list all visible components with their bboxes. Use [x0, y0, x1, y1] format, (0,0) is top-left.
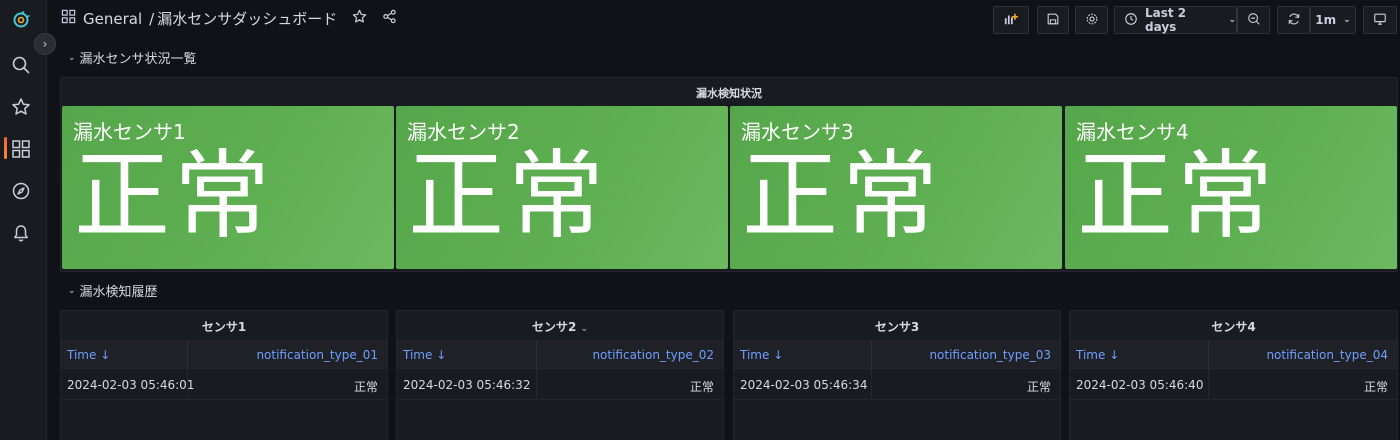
sidebar: ›: [0, 0, 56, 440]
grafana-logo-icon[interactable]: [10, 9, 32, 31]
cell-value: 正常: [1363, 380, 1388, 394]
cell-value: 正常: [1026, 380, 1051, 394]
column-header-time[interactable]: Time ↓: [67, 348, 110, 362]
cell-time: 2024-02-03 05:46:40: [1076, 378, 1204, 392]
sort-arrow-down-icon: ↓: [436, 348, 447, 362]
column-header-time[interactable]: Time ↓: [1076, 348, 1119, 362]
cell-value: 正常: [353, 380, 378, 394]
add-panel-icon: [1004, 12, 1018, 29]
history-table-sensor3: センサ3 Time ↓ notification_type_03 2024-02…: [733, 310, 1061, 440]
history-table-sensor4: センサ4 Time ↓ notification_type_04 2024-02…: [1069, 310, 1398, 440]
column-header-value[interactable]: notification_type_01: [256, 348, 378, 362]
stat-value: 正常: [408, 140, 608, 252]
clock-icon: [1124, 12, 1138, 29]
column-header-value[interactable]: notification_type_04: [1266, 348, 1388, 362]
panel-title[interactable]: センサ4: [1070, 318, 1397, 335]
stat-card-sensor2: 漏水センサ2 正常: [396, 106, 728, 269]
table-row: 2024-02-03 05:46:32 正常: [397, 370, 723, 400]
table-header: Time ↓ notification_type_01: [61, 340, 387, 370]
zoom-out-button[interactable]: [1237, 6, 1270, 34]
row-title: 漏水センサ状況一覧: [79, 52, 197, 67]
stat-card-sensor1: 漏水センサ1 正常: [62, 106, 394, 269]
column-header-value[interactable]: notification_type_03: [929, 348, 1051, 362]
dashboards-grid-icon: [61, 9, 76, 28]
column-header-time[interactable]: Time ↓: [403, 348, 446, 362]
search-icon[interactable]: [10, 54, 32, 76]
chevron-down-icon: ⌄: [68, 52, 76, 63]
panel-title[interactable]: センサ2 ⌄: [397, 318, 723, 335]
cell-time: 2024-02-03 05:46:32: [403, 378, 531, 392]
explore-icon[interactable]: [10, 180, 32, 202]
stat-card-sensor4: 漏水センサ4 正常: [1065, 106, 1397, 269]
mark-favorite-star-icon[interactable]: [352, 9, 367, 28]
row-header-detection-history[interactable]: ⌄ 漏水検知履歴: [68, 281, 158, 300]
table-header: Time ↓ notification_type_03: [734, 340, 1060, 370]
refresh-button[interactable]: [1277, 6, 1310, 34]
gear-icon: [1085, 12, 1099, 29]
dashboards-icon[interactable]: [10, 138, 32, 160]
column-header-value[interactable]: notification_type_02: [592, 348, 714, 362]
refresh-interval-label: 1m: [1315, 13, 1337, 27]
refresh-interval-picker[interactable]: 1m ⌄: [1310, 6, 1356, 34]
history-table-sensor2: センサ2 ⌄ Time ↓ notification_type_02 2024-…: [396, 310, 724, 440]
sort-arrow-down-icon: ↓: [100, 348, 111, 362]
breadcrumb: General / 漏水センサダッシュボード: [61, 8, 397, 29]
stat-value: 正常: [74, 140, 274, 252]
table-header: Time ↓ notification_type_02: [397, 340, 723, 370]
share-icon[interactable]: [382, 9, 397, 28]
time-range-picker[interactable]: Last 2 days ⌄: [1114, 6, 1237, 34]
stat-value: 正常: [1077, 140, 1277, 252]
table-row: 2024-02-03 05:46:40 正常: [1070, 370, 1397, 400]
breadcrumb-separator: /: [149, 9, 155, 28]
time-range-label: Last 2 days: [1145, 6, 1187, 34]
history-table-sensor1: センサ1 Time ↓ notification_type_01 2024-02…: [60, 310, 388, 440]
panel-title[interactable]: センサ1: [61, 318, 387, 335]
chevron-down-icon: ⌄: [1343, 15, 1351, 25]
sort-arrow-down-icon: ↓: [1109, 348, 1120, 362]
panel-title[interactable]: センサ3: [734, 318, 1060, 335]
chevron-down-icon: ⌄: [68, 285, 76, 296]
panel-title[interactable]: 漏水検知状況: [61, 85, 1397, 101]
row-header-sensor-status[interactable]: ⌄ 漏水センサ状況一覧: [68, 48, 197, 67]
cell-time: 2024-02-03 05:46:34: [740, 378, 868, 392]
zoom-out-icon: [1247, 12, 1261, 29]
monitor-icon: [1373, 12, 1387, 29]
top-navbar: General / 漏水センサダッシュボード Last 2 days ⌄ 1m …: [47, 0, 1400, 40]
table-row: 2024-02-03 05:46:01 正常: [61, 370, 387, 400]
tv-mode-button[interactable]: [1363, 6, 1397, 34]
cell-value: 正常: [689, 380, 714, 394]
chevron-down-icon: ⌄: [1228, 15, 1236, 25]
row-title: 漏水検知履歴: [79, 285, 158, 300]
save-icon: [1046, 12, 1060, 29]
save-dashboard-button[interactable]: [1037, 6, 1069, 34]
table-row: 2024-02-03 05:46:34 正常: [734, 370, 1060, 400]
stat-value: 正常: [742, 140, 942, 252]
refresh-icon: [1287, 12, 1301, 29]
dashboard-settings-button[interactable]: [1075, 6, 1108, 34]
breadcrumb-folder-link[interactable]: General: [83, 10, 142, 28]
dashboard-title[interactable]: 漏水センサダッシュボード: [157, 8, 337, 29]
star-icon[interactable]: [10, 96, 32, 118]
sort-arrow-down-icon: ↓: [773, 348, 784, 362]
column-header-time[interactable]: Time ↓: [740, 348, 783, 362]
stat-card-sensor3: 漏水センサ3 正常: [730, 106, 1062, 269]
table-header: Time ↓ notification_type_04: [1070, 340, 1397, 370]
active-indicator: [4, 137, 7, 159]
chevron-down-icon: ⌄: [580, 324, 589, 334]
alerting-bell-icon[interactable]: [10, 222, 32, 244]
cell-time: 2024-02-03 05:46:01: [67, 378, 195, 392]
add-panel-button[interactable]: [993, 6, 1029, 34]
